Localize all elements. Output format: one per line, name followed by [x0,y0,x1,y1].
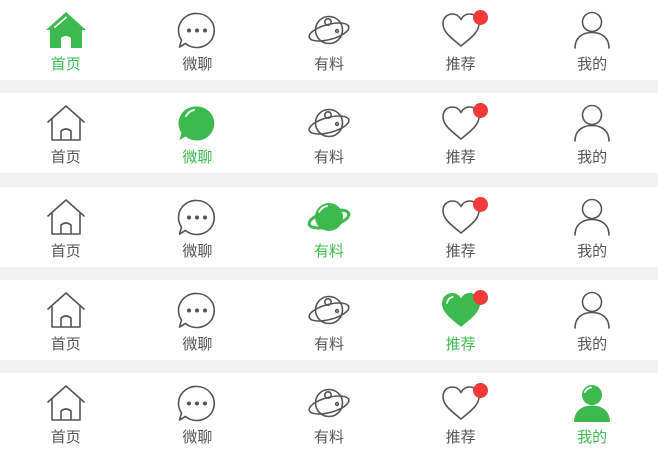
tab-label: 有料 [313,335,344,353]
tab-discover[interactable]: 有料 [263,280,395,360]
notification-dot [472,10,488,25]
tab-label: 有料 [313,55,344,73]
chat-bubble-icon [178,385,216,422]
tab-label: 微聊 [182,335,213,353]
tab-label: 首页 [50,148,81,166]
user-icon [574,11,610,49]
tab-chat[interactable]: 微聊 [132,373,264,453]
user-icon [574,104,610,142]
tab-label: 微聊 [182,148,213,166]
tab-discover[interactable]: 有料 [263,93,395,173]
tab-home[interactable]: 首页 [0,187,132,267]
tab-label: 微聊 [182,428,213,446]
tab-home[interactable]: 首页 [0,0,132,80]
tab-chat[interactable]: 微聊 [132,280,264,360]
planet-icon [308,108,350,138]
user-icon [574,198,610,236]
tab-chat[interactable]: 微聊 [132,93,264,173]
tab-chat[interactable]: 微聊 [132,0,264,80]
chat-bubble-icon [178,292,216,329]
planet-icon [307,203,351,231]
tab-me[interactable]: 我的 [526,0,658,80]
home-icon [46,385,85,421]
tab-recommend[interactable]: 推荐 [395,93,527,173]
tab-label: 推荐 [445,428,476,446]
tab-discover[interactable]: 有料 [263,373,395,453]
tabbar-recommend-active: 首页 微聊 有料 推荐 我的 [0,280,658,360]
notification-dot [472,383,488,398]
tab-discover[interactable]: 有料 [263,0,395,80]
tab-home[interactable]: 首页 [0,93,132,173]
tab-recommend[interactable]: 推荐 [395,0,527,80]
tab-label: 推荐 [445,335,476,353]
tab-recommend[interactable]: 推荐 [395,280,527,360]
tabbar-home-active: 首页 微聊 有料 推荐 我的 [0,0,658,80]
chat-bubble-icon [178,106,215,141]
planet-icon [308,388,350,418]
tabbar-chat-active: 首页 微聊 有料 推荐 我的 [0,93,658,173]
tab-label: 推荐 [445,242,476,260]
notification-dot [472,197,488,212]
tab-label: 推荐 [445,55,476,73]
tab-me[interactable]: 我的 [526,373,658,453]
tab-label: 微聊 [182,242,213,260]
tab-label: 推荐 [445,148,476,166]
tab-label: 微聊 [182,55,213,73]
tab-label: 我的 [577,335,608,353]
tab-label: 我的 [577,55,608,73]
planet-icon [308,295,350,325]
tab-discover[interactable]: 有料 [263,187,395,267]
tab-home[interactable]: 首页 [0,373,132,453]
chat-bubble-icon [178,199,216,236]
notification-dot [472,290,488,305]
tab-label: 首页 [50,55,81,73]
chat-bubble-icon [178,12,216,49]
home-icon [46,199,85,235]
tab-me[interactable]: 我的 [526,280,658,360]
tabbar-me-active: 首页 微聊 有料 推荐 我的 [0,373,658,453]
tab-label: 首页 [50,335,81,353]
user-icon [574,291,610,329]
tab-label: 我的 [577,242,608,260]
tab-recommend[interactable]: 推荐 [395,373,527,453]
tab-chat[interactable]: 微聊 [132,187,264,267]
tab-me[interactable]: 我的 [526,93,658,173]
tab-label: 有料 [313,242,344,260]
home-icon [46,292,85,328]
notification-dot [472,103,488,118]
tab-home[interactable]: 首页 [0,280,132,360]
tab-recommend[interactable]: 推荐 [395,187,527,267]
user-icon [574,385,611,422]
tab-label: 有料 [313,148,344,166]
home-icon [46,105,85,141]
tab-label: 首页 [50,428,81,446]
tab-me[interactable]: 我的 [526,187,658,267]
tabbar-states: 首页 微聊 有料 推荐 我的 首页 微聊 有料 推荐 我的 首页 微聊 有料 推… [0,0,658,453]
planet-icon [308,15,350,45]
tab-label: 我的 [577,428,608,446]
home-icon [45,12,86,48]
tabbar-discover-active: 首页 微聊 有料 推荐 我的 [0,187,658,267]
tab-label: 有料 [313,428,344,446]
tab-label: 我的 [577,148,608,166]
tab-label: 首页 [50,242,81,260]
